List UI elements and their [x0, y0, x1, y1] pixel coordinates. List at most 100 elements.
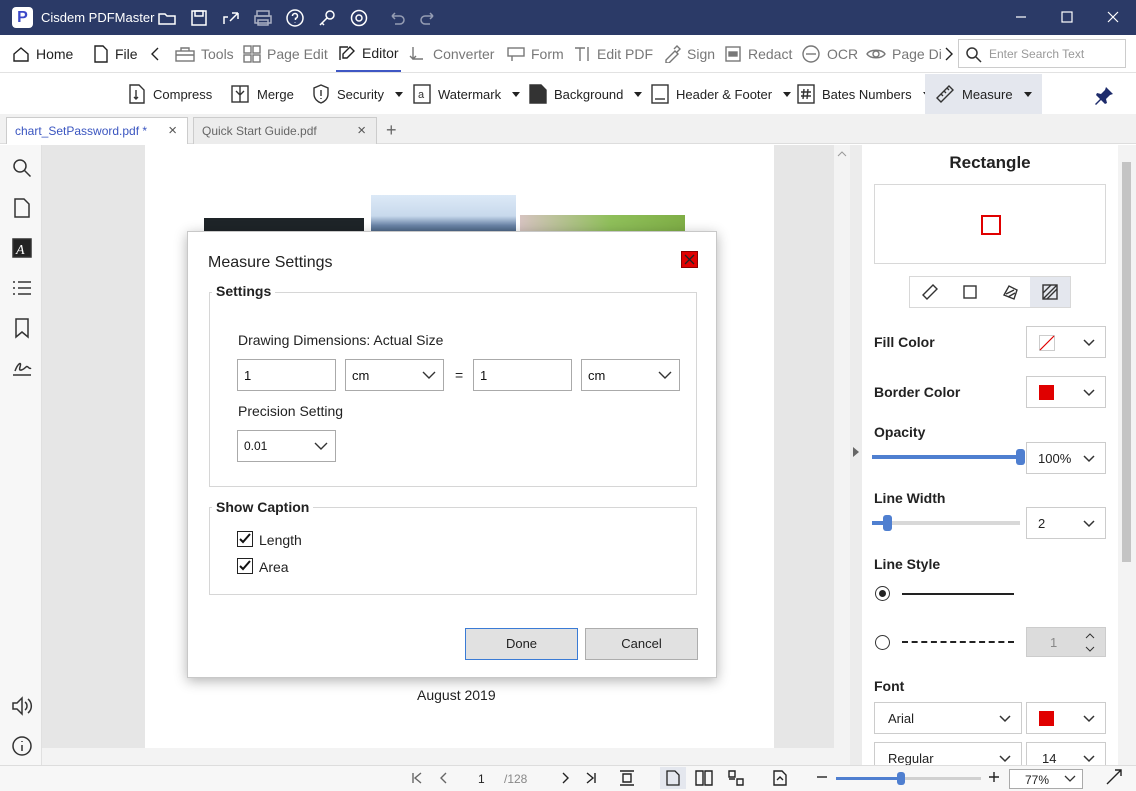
speaker-icon[interactable] [11, 695, 33, 717]
measure-menu[interactable]: Measure [925, 74, 1042, 114]
save-icon[interactable] [189, 8, 209, 28]
line-width-slider-thumb[interactable] [883, 515, 892, 531]
stepper-up-icon[interactable] [1084, 631, 1096, 641]
font-size-dropdown[interactable]: 14 [1026, 742, 1106, 766]
zoom-dropdown[interactable]: 77% [1009, 769, 1083, 789]
maximize-button[interactable] [1044, 0, 1090, 35]
undo-icon[interactable] [387, 8, 407, 28]
watermark-menu[interactable]: a Watermark [413, 74, 521, 114]
left-value-input[interactable]: 1 [237, 359, 336, 391]
list-icon[interactable] [11, 277, 33, 299]
search-input[interactable] [989, 44, 1121, 63]
export-page-icon[interactable] [772, 770, 788, 786]
precision-select[interactable]: 0.01 [237, 430, 336, 462]
menu-scroll-left[interactable] [150, 35, 160, 72]
tab-chart-setpassword[interactable]: chart_SetPassword.pdf * × [6, 117, 188, 144]
rectangle-area-tool-icon[interactable] [1030, 277, 1070, 307]
zoom-out-icon[interactable] [815, 770, 829, 784]
fill-color-dropdown[interactable] [1026, 326, 1106, 358]
merge-button[interactable]: Merge [230, 74, 294, 114]
menu-editor[interactable]: Editor [336, 35, 401, 72]
open-folder-icon[interactable] [157, 8, 177, 28]
opacity-slider[interactable] [872, 449, 1025, 465]
right-value-input[interactable]: 1 [473, 359, 572, 391]
signature-icon[interactable] [11, 357, 33, 379]
font-style-dropdown[interactable]: Regular [874, 742, 1022, 766]
search-box[interactable] [958, 39, 1126, 68]
length-checkbox[interactable] [237, 531, 253, 547]
opacity-slider-thumb[interactable] [1016, 449, 1025, 465]
help-icon[interactable] [285, 8, 305, 28]
border-color-dropdown[interactable] [1026, 376, 1106, 408]
dash-value-stepper[interactable]: 1 [1026, 627, 1106, 657]
document-scrollbar[interactable] [834, 145, 850, 765]
close-window-button[interactable] [1090, 0, 1136, 35]
print-icon[interactable] [253, 8, 273, 28]
scroll-view-icon[interactable] [727, 770, 745, 786]
menu-page-display[interactable]: Page Di [866, 35, 944, 72]
minimize-button[interactable] [998, 0, 1044, 35]
menu-home[interactable]: Home [12, 35, 73, 72]
zoom-in-icon[interactable] [987, 770, 1001, 784]
perimeter-tool-icon[interactable] [950, 277, 990, 307]
search-icon[interactable] [11, 157, 33, 179]
menu-file[interactable]: File [93, 35, 138, 72]
settings-icon[interactable] [349, 8, 369, 28]
key-icon[interactable] [317, 8, 337, 28]
header-footer-menu[interactable]: Header & Footer [651, 74, 792, 114]
text-icon[interactable]: A [11, 237, 33, 259]
share-icon[interactable] [221, 8, 241, 28]
close-tab-icon[interactable]: × [168, 123, 177, 138]
single-page-view-button[interactable] [660, 767, 686, 789]
menu-scroll-right[interactable] [944, 35, 954, 72]
panel-splitter[interactable] [850, 145, 862, 765]
menu-converter[interactable]: Converter [409, 35, 494, 72]
line-width-dropdown[interactable]: 2 [1026, 507, 1106, 539]
area-tool-icon[interactable] [990, 277, 1030, 307]
zoom-slider[interactable] [836, 772, 981, 785]
background-menu[interactable]: Background [529, 74, 643, 114]
line-width-slider[interactable] [872, 515, 1020, 531]
menu-form[interactable]: Form [507, 35, 564, 72]
stepper-down-icon[interactable] [1084, 644, 1096, 654]
redo-icon[interactable] [418, 8, 438, 28]
scroll-up-icon[interactable] [834, 147, 850, 161]
close-dialog-button[interactable] [681, 251, 698, 268]
next-page-icon[interactable] [558, 771, 572, 785]
previous-page-icon[interactable] [437, 771, 451, 785]
last-page-icon[interactable] [584, 771, 598, 785]
collapse-panel-icon[interactable] [853, 447, 859, 457]
horizontal-scrollbar[interactable] [42, 748, 834, 765]
menu-sign[interactable]: Sign [663, 35, 715, 72]
right-unit-select[interactable]: cm [581, 359, 680, 391]
bookmark-icon[interactable] [11, 317, 33, 339]
compress-button[interactable]: Compress [128, 74, 212, 114]
menu-tools[interactable]: Tools [175, 35, 234, 72]
dashed-line-radio[interactable] [875, 635, 890, 650]
zoom-slider-thumb[interactable] [897, 772, 905, 785]
cancel-button[interactable]: Cancel [585, 628, 698, 660]
distance-tool-icon[interactable] [910, 277, 950, 307]
menu-redact[interactable]: Redact [724, 35, 792, 72]
tab-quick-start-guide[interactable]: Quick Start Guide.pdf × [193, 117, 377, 144]
pin-icon[interactable] [1094, 86, 1114, 106]
current-page-number[interactable]: 1 [478, 772, 485, 786]
done-button[interactable]: Done [465, 628, 578, 660]
info-icon[interactable] [11, 735, 33, 757]
first-page-icon[interactable] [410, 771, 424, 785]
new-tab-button[interactable]: + [386, 120, 397, 141]
bates-numbers-menu[interactable]: Bates Numbers [797, 74, 931, 114]
menu-page-edit[interactable]: Page Edit [243, 35, 328, 72]
panel-scrollbar[interactable] [1118, 145, 1136, 765]
left-unit-select[interactable]: cm [345, 359, 444, 391]
menu-ocr[interactable]: OCR [801, 35, 858, 72]
solid-line-radio[interactable] [875, 586, 890, 601]
font-color-dropdown[interactable] [1026, 702, 1106, 734]
font-family-dropdown[interactable]: Arial [874, 702, 1022, 734]
two-page-view-icon[interactable] [695, 770, 713, 786]
opacity-dropdown[interactable]: 100% [1026, 442, 1106, 474]
area-checkbox[interactable] [237, 558, 253, 574]
menu-edit-pdf[interactable]: Edit PDF [573, 35, 653, 72]
security-menu[interactable]: Security [312, 74, 403, 114]
page-thumbnail-icon[interactable] [11, 197, 33, 219]
